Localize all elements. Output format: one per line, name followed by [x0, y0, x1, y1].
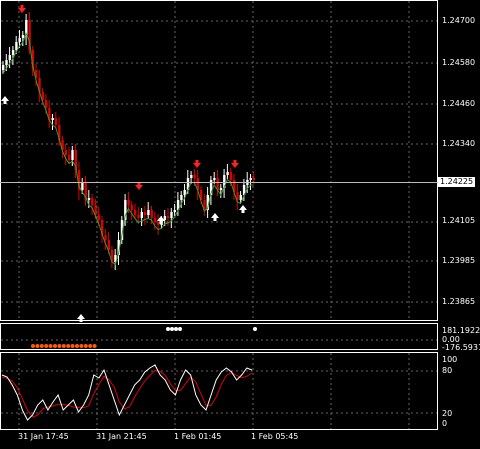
time-label: 31 Jan 17:45	[18, 432, 69, 441]
candlesticks	[2, 12, 256, 270]
candle-body	[140, 212, 143, 218]
indicator-dot	[70, 344, 75, 348]
up-arrow-icon	[239, 205, 247, 213]
candle-body	[143, 212, 147, 215]
candle-body	[219, 188, 223, 190]
indicator-dot	[44, 344, 49, 348]
indicator-dot	[170, 327, 174, 331]
candle-body	[239, 195, 242, 200]
candle-body	[180, 195, 183, 200]
candle-body	[173, 210, 176, 212]
indicator-dot	[79, 344, 84, 348]
signal-arrows	[1, 5, 247, 322]
grid-lines	[1, 1, 437, 429]
indicator-dot	[48, 344, 53, 348]
indicator-dot	[253, 327, 257, 331]
candle-body	[11, 50, 15, 55]
candle-body	[170, 212, 173, 218]
signal-line	[2, 32, 254, 266]
candle-body	[44, 100, 48, 108]
down-arrow-icon	[193, 160, 201, 168]
candle-body	[150, 210, 153, 218]
candle-body	[97, 215, 101, 220]
price-label: 1.23865	[442, 297, 476, 306]
candle-body	[15, 42, 18, 50]
candle-body	[134, 210, 137, 215]
candle-body	[8, 55, 11, 60]
indicator-dot	[75, 344, 79, 348]
candle-body	[130, 205, 134, 210]
candle-body	[183, 190, 186, 195]
up-arrow-icon	[211, 213, 219, 221]
indicator-2-label: 100	[442, 355, 458, 364]
indicator-dot	[178, 327, 182, 331]
candle-body	[226, 172, 229, 175]
candle-body	[249, 178, 252, 180]
candle-body	[137, 215, 140, 218]
indicator-dot	[66, 344, 71, 348]
indicator-dot	[92, 344, 97, 348]
price-label: 1.24700	[442, 16, 476, 25]
candle-body	[167, 216, 170, 218]
candle-body	[229, 172, 233, 180]
indicator-2-label: 0	[442, 419, 448, 428]
chart-window[interactable]: 1.24700 1.24580 1.24460 1.24340 1.24225 …	[0, 0, 480, 445]
candle-body	[68, 155, 71, 160]
indicator-dot	[39, 344, 44, 348]
indicator-dot	[35, 344, 40, 348]
candle-body	[54, 118, 58, 125]
candle-body	[91, 198, 94, 205]
candle-body	[252, 178, 256, 180]
candle-body	[21, 35, 25, 38]
candle-body	[5, 60, 8, 65]
candle-body	[71, 150, 74, 160]
candle-body	[18, 38, 21, 42]
indicator-dot	[88, 344, 93, 348]
indicator-dots	[31, 327, 257, 348]
price-label: 1.24340	[442, 139, 476, 148]
oscillator-lines	[1, 364, 253, 421]
candle-body	[157, 222, 160, 225]
candle-body	[153, 218, 157, 222]
price-label: 1.24460	[442, 99, 476, 108]
time-label: 31 Jan 21:45	[96, 432, 147, 441]
down-arrow-icon	[231, 160, 239, 168]
indicator-2-label: 80	[442, 366, 453, 375]
current-price-label: 1.24225	[438, 177, 476, 187]
candle-body	[87, 198, 91, 200]
indicator-dot	[61, 344, 66, 348]
candle-body	[104, 235, 107, 240]
candle-body	[64, 150, 68, 155]
candle-body	[213, 178, 216, 180]
candle-body	[190, 175, 193, 178]
indicator-1-label: -176.5931	[442, 343, 480, 352]
indicator-dot	[57, 344, 62, 348]
indicator-1-frame	[0, 323, 438, 350]
indicator-dot	[166, 327, 170, 331]
candle-body	[2, 65, 5, 70]
price-label: 1.23985	[442, 256, 476, 265]
price-label: 1.24580	[442, 58, 476, 67]
indicator-dot	[31, 344, 35, 348]
candle-body	[163, 216, 167, 220]
time-label: 1 Feb 01:45	[174, 432, 222, 441]
indicator-2-label: 20	[442, 409, 453, 418]
indicator-dot	[53, 344, 57, 348]
chart-canvas[interactable]	[0, 0, 480, 445]
candle-body	[193, 175, 196, 178]
candle-body	[127, 200, 130, 205]
candle-body	[147, 210, 150, 215]
candle-body	[51, 118, 54, 120]
oscillator-signal-line	[1, 369, 253, 418]
indicator-dot	[83, 344, 88, 348]
down-arrow-icon	[135, 182, 143, 190]
time-label: 1 Feb 05:45	[251, 432, 299, 441]
price-label: 1.24105	[442, 216, 476, 225]
candle-body	[81, 182, 84, 190]
oscillator-main-line	[1, 364, 253, 421]
up-arrow-icon	[1, 96, 9, 104]
indicator-dot	[174, 327, 178, 331]
signal-line-path	[2, 32, 254, 266]
